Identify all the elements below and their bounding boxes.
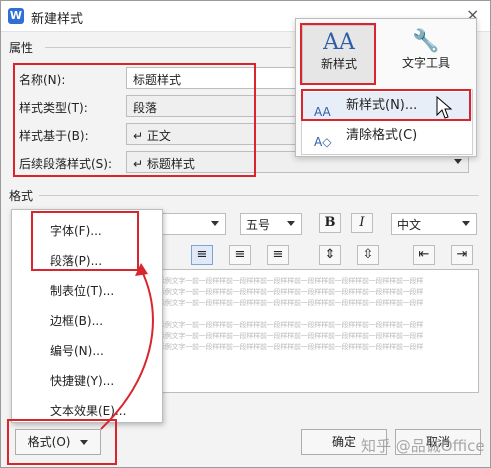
text-tools-button[interactable]: 🔧 文字工具 [386,25,466,83]
menu-item-clear-format[interactable]: A◇ 清除格式(C) [302,122,472,150]
new-style-highlight [300,23,376,85]
new-style-dialog: W 新建样式 × 属性 名称(N): 标题样式 样式类型(T): 段落 样式基于… [0,0,491,468]
menu-item-clear-format-label: 清除格式(C) [346,128,418,143]
clear-format-icon: A◇ [314,135,332,149]
text-tools-label: 文字工具 [401,56,450,70]
wrench-icon: 🔧 [412,29,440,54]
watermark: 知乎 @品诚Office [361,437,485,455]
mouse-cursor-icon [436,95,453,119]
